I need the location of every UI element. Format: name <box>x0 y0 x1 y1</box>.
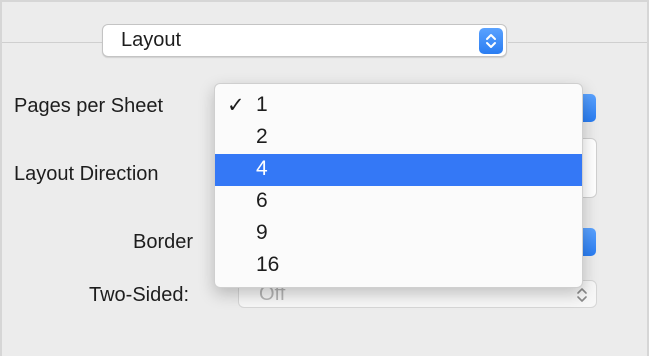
menu-item-6[interactable]: 6 <box>215 186 582 218</box>
window-left-border <box>0 0 2 356</box>
menu-item-1[interactable]: ✓ 1 <box>215 90 582 122</box>
checkmark-icon: ✓ <box>227 94 245 117</box>
separator-left <box>2 42 102 43</box>
window-top-border <box>0 0 649 2</box>
menu-item-label: 1 <box>256 93 268 116</box>
section-popup-value: Layout <box>121 29 182 51</box>
menu-item-label: 9 <box>256 221 268 244</box>
menu-item-label: 16 <box>256 253 280 276</box>
menu-item-label: 2 <box>256 125 268 148</box>
menu-item-label: 6 <box>256 189 268 212</box>
border-label: Border <box>133 231 194 253</box>
popup-stepper-icon <box>479 28 503 54</box>
menu-item-4[interactable]: 4 <box>215 154 582 186</box>
menu-item-2[interactable]: 2 <box>215 122 582 154</box>
pages-per-sheet-popup-edge[interactable] <box>582 94 596 122</box>
pages-per-sheet-menu: ✓ 1 2 4 6 9 16 <box>214 83 583 288</box>
menu-item-16[interactable]: 16 <box>215 250 582 282</box>
two-sided-label: Two-Sided: <box>89 284 190 306</box>
pages-per-sheet-label: Pages per Sheet <box>14 95 163 117</box>
section-popup-button[interactable]: Layout <box>102 24 507 57</box>
menu-item-label: 4 <box>256 157 268 180</box>
separator-right <box>508 42 647 43</box>
border-popup-edge[interactable] <box>582 228 596 256</box>
menu-item-9[interactable]: 9 <box>215 218 582 250</box>
layout-direction-label: Layout Direction <box>14 163 159 185</box>
chevron-updown-icon <box>576 285 588 310</box>
